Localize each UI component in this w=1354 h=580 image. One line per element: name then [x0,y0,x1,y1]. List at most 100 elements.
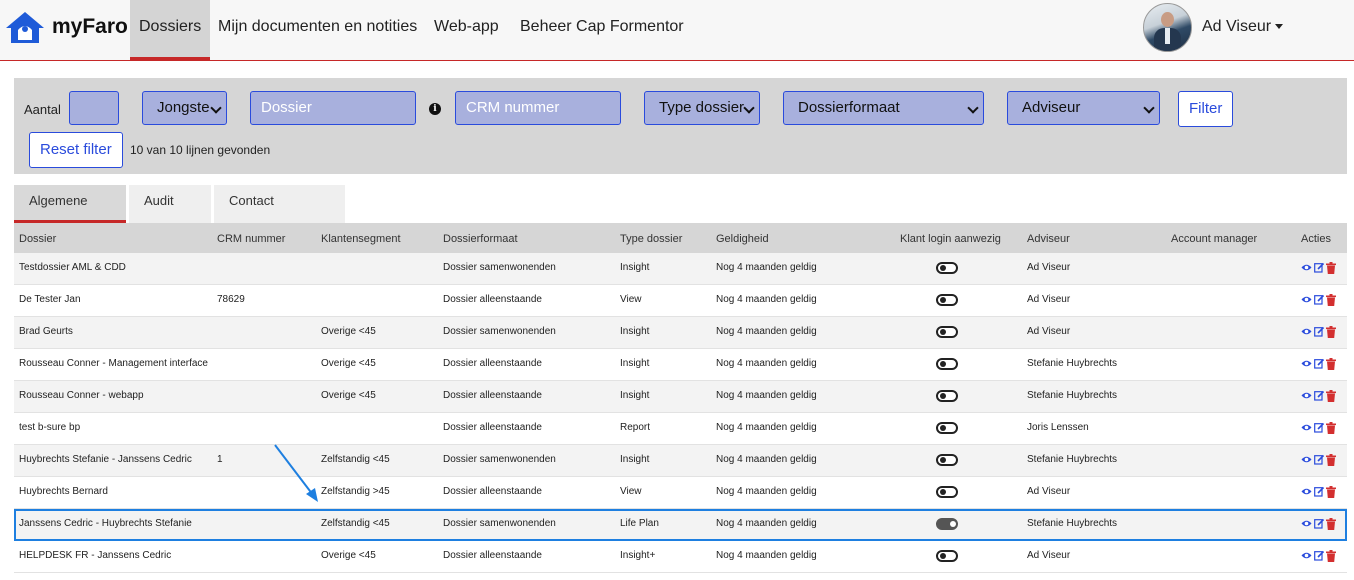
edit-icon[interactable] [1314,518,1324,529]
tab-algemene-info[interactable]: Algemene info [14,185,126,240]
klant-login-toggle[interactable] [936,454,958,466]
table-row[interactable]: Testdossier AML & CDD Dossier samenwonend… [14,253,1347,285]
user-menu[interactable]: Ad Viseur [1202,18,1284,36]
cell-dossier: Rousseau Conner - Management interface [19,358,208,369]
user-name: Ad Viseur [1202,18,1272,35]
dossierformaat-select[interactable]: Dossierformaat [783,91,984,125]
edit-icon[interactable] [1314,390,1324,401]
type-dossier-select[interactable]: Type dossier [644,91,760,125]
cell-format: Dossier alleenstaande [443,550,542,561]
cell-validity: Nog 4 maanden geldig [716,390,817,401]
cell-type: Insight [620,262,650,273]
trash-icon[interactable] [1326,454,1336,466]
table-row[interactable]: Huybrechts Bernard Zelfstandig >45 Dossier… [14,477,1347,509]
nav-item-mijn-documenten[interactable]: Mijn documenten en notities [209,0,426,60]
column-header-advisor[interactable]: Adviseur [1027,233,1070,245]
table-row[interactable]: Huybrechts Stefanie - Janssens Cedric 1 Ze… [14,445,1347,477]
table-row[interactable]: test b-sure bp Dossier alleenstaande Repor… [14,413,1347,445]
cell-validity: Nog 4 maanden geldig [716,262,817,273]
trash-icon[interactable] [1326,262,1336,274]
edit-icon[interactable] [1314,486,1324,497]
cell-segment: Zelfstandig >45 [321,486,390,497]
cell-advisor: Stefanie Huybrechts [1027,390,1118,401]
trash-icon[interactable] [1326,358,1336,370]
edit-icon[interactable] [1314,294,1324,305]
table-row[interactable]: HELPDESK FR - Janssens Cedric Overige <45… [14,541,1347,573]
eye-icon[interactable] [1301,263,1312,272]
aantal-input[interactable] [69,91,119,125]
column-header-segment[interactable]: Klantensegment [321,233,401,245]
adviseur-select[interactable]: Adviseur [1007,91,1160,125]
eye-icon[interactable] [1301,359,1312,368]
info-icon[interactable]: i [429,103,441,115]
row-actions [1301,390,1341,402]
cell-type: View [620,294,642,305]
edit-icon[interactable] [1314,550,1324,561]
edit-icon[interactable] [1314,326,1324,337]
cell-type: Report [620,422,651,433]
cell-segment: Zelfstandig <45 [321,518,390,529]
column-header-crm[interactable]: CRM nummer [217,233,285,245]
nav-item-dossiers[interactable]: Dossiers [130,0,211,60]
klant-login-toggle[interactable] [936,390,958,402]
tab-contact-informatie[interactable]: Contact informatie [214,185,345,240]
klant-login-toggle[interactable] [936,358,958,370]
table-row[interactable]: Rousseau Conner - webapp Overige <45 Dossi… [14,381,1347,413]
crm-input[interactable]: CRM nummer [455,91,621,125]
trash-icon[interactable] [1326,294,1336,306]
cell-format: Dossier samenwonenden [443,454,556,465]
trash-icon[interactable] [1326,422,1336,434]
trash-icon[interactable] [1326,518,1336,530]
column-header-format[interactable]: Dossierformaat [443,233,518,245]
edit-icon[interactable] [1314,422,1324,433]
trash-icon[interactable] [1326,390,1336,402]
edit-icon[interactable] [1314,358,1324,369]
eye-icon[interactable] [1301,391,1312,400]
sort-select[interactable]: Jongste [142,91,227,125]
row-actions [1301,326,1341,338]
klant-login-toggle[interactable] [936,422,958,434]
column-header-validity[interactable]: Geldigheid [716,233,769,245]
cell-advisor: Ad Viseur [1027,486,1071,497]
table-row[interactable]: Rousseau Conner - Management interface Ov… [14,349,1347,381]
eye-icon[interactable] [1301,455,1312,464]
filter-panel: Aantal Jongste Dossier i CRM nummer Type… [14,78,1347,174]
klant-login-toggle[interactable] [936,486,958,498]
column-header-type[interactable]: Type dossier [620,233,682,245]
dossier-input[interactable]: Dossier [250,91,416,125]
klant-login-toggle[interactable] [936,326,958,338]
edit-icon[interactable] [1314,454,1324,465]
avatar[interactable] [1143,3,1192,52]
myfaro-logo-icon[interactable] [4,10,46,44]
klant-login-toggle[interactable] [936,518,958,530]
cell-validity: Nog 4 maanden geldig [716,422,817,433]
klant-login-toggle[interactable] [936,294,958,306]
column-header-login[interactable]: Klant login aanwezig [900,233,1001,245]
brand-name[interactable]: myFaro [52,15,128,39]
trash-icon[interactable] [1326,326,1336,338]
klant-login-toggle[interactable] [936,550,958,562]
column-header-dossier[interactable]: Dossier [19,233,56,245]
eye-icon[interactable] [1301,519,1312,528]
table-row[interactable]: De Tester Jan 78629 Dossier alleenstaande V… [14,285,1347,317]
column-header-manager[interactable]: Account manager [1171,233,1257,245]
tab-audit-info[interactable]: Audit info [129,185,211,240]
edit-icon[interactable] [1314,262,1324,273]
eye-icon[interactable] [1301,327,1312,336]
filter-button[interactable]: Filter [1178,91,1234,127]
dossierformaat-value: Dossierformaat [798,99,900,116]
trash-icon[interactable] [1326,550,1336,562]
nav-item-beheer[interactable]: Beheer Cap Formentor [511,0,693,60]
eye-icon[interactable] [1301,295,1312,304]
eye-icon[interactable] [1301,551,1312,560]
cell-crm: 78629 [217,294,245,305]
eye-icon[interactable] [1301,487,1312,496]
table-row[interactable]: Brad Geurts Overige <45 Dossier samenwonen… [14,317,1347,349]
reset-filter-button[interactable]: Reset filter [29,132,123,168]
nav-item-web-app[interactable]: Web-app [425,0,508,60]
eye-icon[interactable] [1301,423,1312,432]
trash-icon[interactable] [1326,486,1336,498]
klant-login-toggle[interactable] [936,262,958,274]
table-row[interactable]: Janssens Cedric - Huybrechts Stefanie Zel… [14,509,1347,541]
cell-validity: Nog 4 maanden geldig [716,358,817,369]
